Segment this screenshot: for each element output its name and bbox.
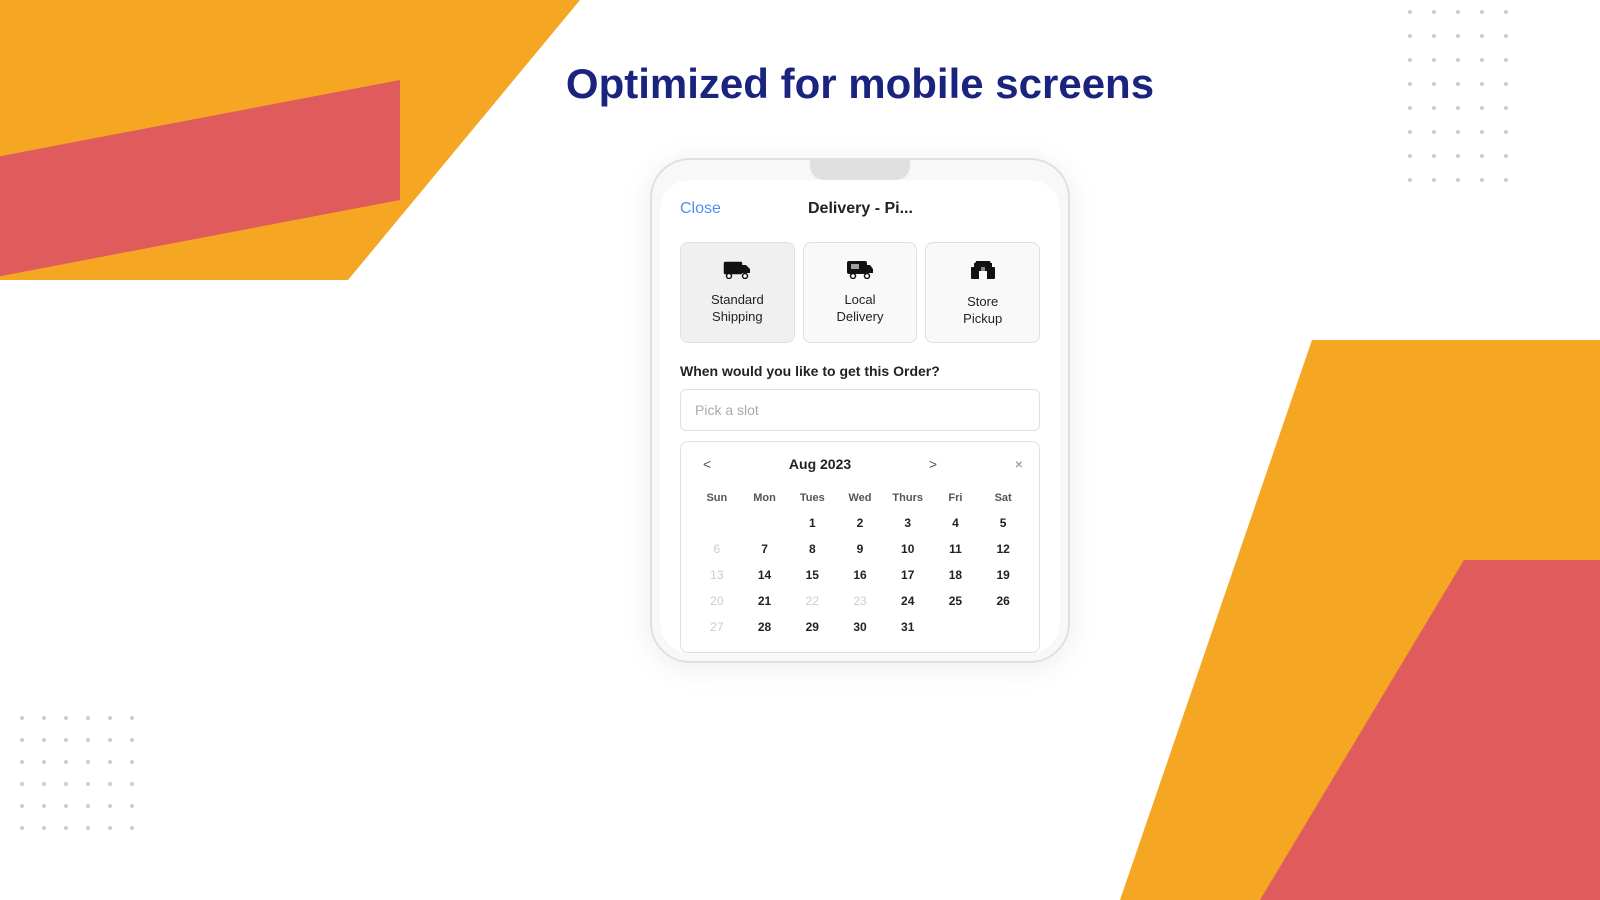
screen-title: Delivery - Pi...	[808, 200, 913, 218]
close-button[interactable]: Close	[680, 200, 721, 218]
cal-day-12[interactable]: 12	[979, 536, 1027, 562]
cal-day-28[interactable]: 28	[741, 614, 789, 640]
cal-day-27: 27	[693, 614, 741, 640]
day-header-mon: Mon	[741, 486, 789, 510]
main-content: Optimized for mobile screens Close Deliv…	[380, 0, 1340, 900]
next-month-button[interactable]: >	[923, 454, 943, 474]
cal-day-16[interactable]: 16	[836, 562, 884, 588]
cal-day-13: 13	[693, 562, 741, 588]
store-pickup-option[interactable]: StorePickup	[925, 242, 1040, 343]
cal-day-17[interactable]: 17	[884, 562, 932, 588]
cal-day-5[interactable]: 5	[979, 510, 1027, 536]
slot-picker[interactable]: Pick a slot	[680, 389, 1040, 431]
cal-day-6: 6	[693, 536, 741, 562]
dots-pattern-top-right	[1408, 10, 1520, 194]
cal-day-empty	[741, 510, 789, 536]
dots-pattern-bottom-left	[20, 716, 144, 840]
calendar: < Aug 2023 > × Sun Mon Tues Wed Thurs Fr…	[680, 441, 1040, 653]
calendar-week-1: 1 2 3 4 5	[693, 510, 1027, 536]
day-header-sat: Sat	[979, 486, 1027, 510]
cal-day-15[interactable]: 15	[788, 562, 836, 588]
cal-day-empty	[932, 614, 980, 640]
month-label: Aug 2023	[789, 456, 851, 472]
day-header-thurs: Thurs	[884, 486, 932, 510]
cal-day-26[interactable]: 26	[979, 588, 1027, 614]
calendar-grid: Sun Mon Tues Wed Thurs Fri Sat 1 2	[693, 486, 1027, 640]
cal-day-25[interactable]: 25	[932, 588, 980, 614]
calendar-close-button[interactable]: ×	[1015, 456, 1023, 472]
cal-day-7[interactable]: 7	[741, 536, 789, 562]
day-header-fri: Fri	[932, 486, 980, 510]
cal-day-19[interactable]: 19	[979, 562, 1027, 588]
day-header-wed: Wed	[836, 486, 884, 510]
standard-shipping-label: StandardShipping	[711, 292, 764, 326]
cal-day-14[interactable]: 14	[741, 562, 789, 588]
calendar-week-4: 20 21 22 23 24 25 26	[693, 588, 1027, 614]
page-title: Optimized for mobile screens	[566, 60, 1154, 108]
cal-day-4[interactable]: 4	[932, 510, 980, 536]
calendar-header: < Aug 2023 > ×	[693, 454, 1027, 474]
cal-day-8[interactable]: 8	[788, 536, 836, 562]
standard-shipping-icon	[723, 257, 751, 284]
phone-inner: Close Delivery - Pi... StandardShi	[660, 180, 1060, 653]
calendar-week-5: 27 28 29 30 31	[693, 614, 1027, 640]
delivery-options: StandardShipping LocalDelivery	[680, 242, 1040, 343]
cal-day-30[interactable]: 30	[836, 614, 884, 640]
calendar-day-headers: Sun Mon Tues Wed Thurs Fri Sat	[693, 486, 1027, 510]
cal-day-11[interactable]: 11	[932, 536, 980, 562]
cal-day-31[interactable]: 31	[884, 614, 932, 640]
phone-notch	[810, 160, 910, 180]
cal-day-18[interactable]: 18	[932, 562, 980, 588]
cal-day-22: 22	[788, 588, 836, 614]
cal-day-23: 23	[836, 588, 884, 614]
calendar-week-3: 13 14 15 16 17 18 19	[693, 562, 1027, 588]
local-delivery-label: LocalDelivery	[837, 292, 884, 326]
cal-day-1[interactable]: 1	[788, 510, 836, 536]
phone-mockup: Close Delivery - Pi... StandardShi	[650, 158, 1070, 663]
cal-day-2[interactable]: 2	[836, 510, 884, 536]
day-header-tues: Tues	[788, 486, 836, 510]
store-pickup-icon	[969, 257, 997, 286]
calendar-week-2: 6 7 8 9 10 11 12	[693, 536, 1027, 562]
local-delivery-icon	[846, 257, 874, 284]
day-header-sun: Sun	[693, 486, 741, 510]
cal-day-9[interactable]: 9	[836, 536, 884, 562]
phone-header: Close Delivery - Pi...	[680, 200, 1040, 218]
cal-day-10[interactable]: 10	[884, 536, 932, 562]
cal-day-20: 20	[693, 588, 741, 614]
local-delivery-option[interactable]: LocalDelivery	[803, 242, 918, 343]
cal-day-empty	[693, 510, 741, 536]
store-pickup-label: StorePickup	[963, 294, 1002, 328]
cal-day-24[interactable]: 24	[884, 588, 932, 614]
cal-day-3[interactable]: 3	[884, 510, 932, 536]
cal-day-21[interactable]: 21	[741, 588, 789, 614]
prev-month-button[interactable]: <	[697, 454, 717, 474]
order-question: When would you like to get this Order?	[680, 363, 1040, 379]
cal-day-29[interactable]: 29	[788, 614, 836, 640]
standard-shipping-option[interactable]: StandardShipping	[680, 242, 795, 343]
cal-day-empty	[979, 614, 1027, 640]
